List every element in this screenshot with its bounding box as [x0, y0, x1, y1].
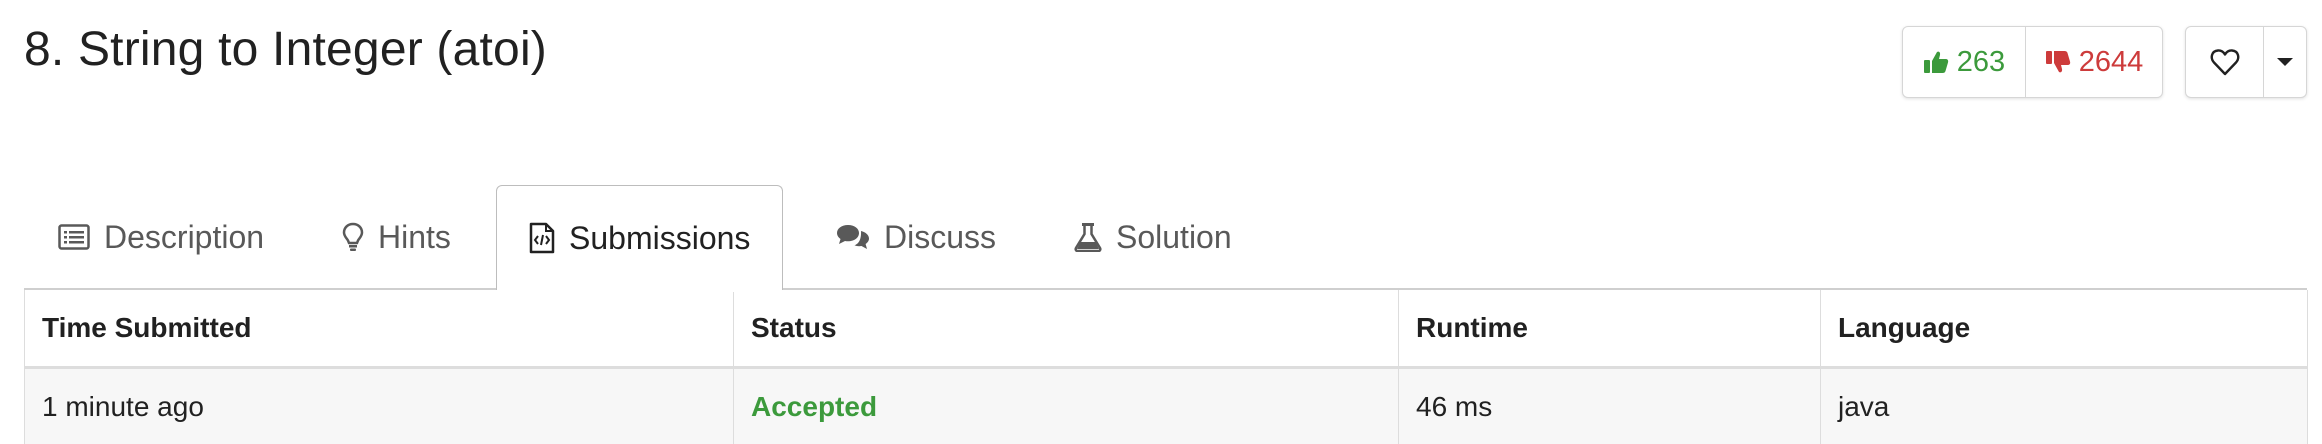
list-icon [58, 224, 90, 250]
thumbs-up-icon [1923, 49, 1949, 75]
heart-icon [2210, 48, 2240, 76]
cell-language: java [1821, 368, 2308, 444]
favorite-button-group [2185, 26, 2307, 98]
problem-tab-bar: Description Hints Submissions [24, 184, 2307, 290]
lightbulb-icon [342, 222, 364, 252]
tab-discuss[interactable]: Discuss [836, 184, 996, 290]
table-header-row: Time Submitted Status Runtime Language [25, 290, 2308, 368]
cell-runtime: 46 ms [1399, 368, 1821, 444]
column-header-runtime: Runtime [1399, 290, 1821, 368]
dislike-button[interactable]: 2644 [2026, 27, 2162, 97]
code-file-icon [529, 222, 555, 254]
tab-discuss-label: Discuss [884, 219, 996, 256]
column-header-language: Language [1821, 290, 2308, 368]
vote-button-group: 263 2644 [1902, 26, 2163, 98]
tab-description[interactable]: Description [58, 184, 264, 290]
more-options-button[interactable] [2264, 27, 2306, 97]
thumbs-down-icon [2045, 49, 2071, 75]
problem-title: 8. String to Integer (atoi) [24, 22, 547, 77]
status-accepted-link[interactable]: Accepted [751, 391, 877, 422]
tab-submissions-label: Submissions [569, 220, 750, 257]
column-header-status: Status [734, 290, 1399, 368]
tab-hints[interactable]: Hints [342, 184, 451, 290]
cell-status: Accepted [734, 368, 1399, 444]
column-header-time-submitted: Time Submitted [25, 290, 734, 368]
caret-down-icon [2276, 57, 2294, 67]
comments-icon [836, 223, 870, 251]
table-row: 1 minute ago Accepted 46 ms java [25, 368, 2308, 444]
favorite-button[interactable] [2186, 27, 2264, 97]
tab-solution[interactable]: Solution [1074, 184, 1232, 290]
tab-hints-label: Hints [378, 219, 451, 256]
submissions-table: Time Submitted Status Runtime Language 1… [24, 290, 2308, 444]
dislike-count: 2644 [2079, 46, 2144, 79]
tab-submissions[interactable]: Submissions [496, 185, 783, 290]
flask-icon [1074, 222, 1102, 252]
tab-description-label: Description [104, 219, 264, 256]
like-count: 263 [1957, 46, 2005, 79]
tab-solution-label: Solution [1116, 219, 1232, 256]
cell-time-submitted: 1 minute ago [25, 368, 734, 444]
like-button[interactable]: 263 [1903, 27, 2026, 97]
